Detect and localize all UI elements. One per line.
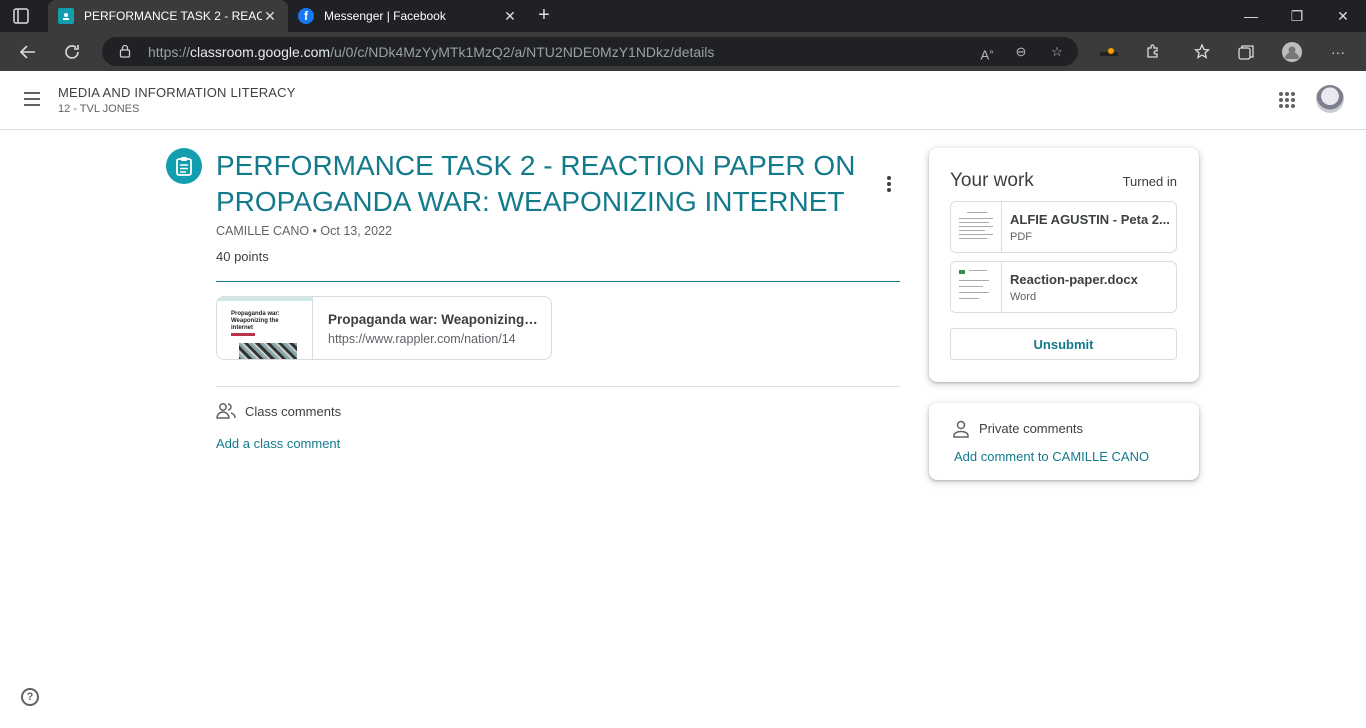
tab-title: PERFORMANCE TASK 2 - REACTIO bbox=[84, 9, 262, 23]
read-aloud-icon[interactable]: A» bbox=[978, 43, 996, 62]
divider bbox=[216, 281, 900, 282]
close-window-button[interactable]: ✕ bbox=[1320, 0, 1366, 32]
private-comments-card: Private comments Add comment to CAMILLE … bbox=[929, 403, 1199, 480]
favorite-star-icon[interactable]: ☆ bbox=[1048, 43, 1066, 61]
reload-button[interactable] bbox=[60, 40, 84, 64]
your-work-card: Your work Turned in ALFIE AGUSTIN - Peta… bbox=[929, 148, 1199, 382]
classroom-header: MEDIA AND INFORMATION LITERACY 12 - TVL … bbox=[0, 71, 1366, 130]
extensions-puzzle-icon[interactable] bbox=[1141, 40, 1165, 64]
classroom-icon bbox=[58, 8, 74, 24]
settings-more-icon[interactable]: ··· bbox=[1326, 40, 1350, 64]
tab-title: Messenger | Facebook bbox=[324, 9, 446, 23]
restore-button[interactable]: ❐ bbox=[1274, 0, 1320, 32]
divider bbox=[216, 386, 900, 387]
minimize-button[interactable]: — bbox=[1228, 0, 1274, 32]
class-comments-label: Class comments bbox=[245, 404, 342, 419]
class-section: 12 - TVL JONES bbox=[58, 103, 140, 115]
pdf-thumbnail bbox=[951, 202, 1002, 252]
private-comments-label: Private comments bbox=[979, 421, 1084, 436]
close-tab-icon[interactable]: ✕ bbox=[262, 8, 278, 25]
address-bar[interactable]: https://classroom.google.com/u/0/c/NDk4M… bbox=[102, 37, 1078, 66]
new-tab-button[interactable]: + bbox=[534, 5, 554, 25]
collections-icon[interactable] bbox=[1234, 40, 1258, 64]
facebook-icon: f bbox=[298, 8, 314, 24]
link-attachment[interactable]: Propaganda war: Weaponizing the internet… bbox=[216, 296, 552, 360]
file-name: Reaction-paper.docx bbox=[1010, 272, 1138, 287]
tab-messenger[interactable]: f Messenger | Facebook ✕ bbox=[288, 0, 528, 32]
zoom-out-icon[interactable]: ⊖ bbox=[1012, 43, 1030, 61]
your-work-title: Your work bbox=[950, 170, 1034, 191]
assignment-title: PERFORMANCE TASK 2 - REACTION PAPER ON P… bbox=[216, 150, 856, 217]
lock-icon[interactable] bbox=[118, 44, 132, 58]
status-badge: Turned in bbox=[1122, 174, 1177, 189]
more-options-icon[interactable] bbox=[880, 174, 898, 194]
reload-icon bbox=[65, 45, 79, 59]
main-menu-icon[interactable] bbox=[24, 92, 40, 106]
file-type: Word bbox=[1010, 291, 1037, 303]
person-icon bbox=[953, 420, 969, 438]
close-tab-icon[interactable]: ✕ bbox=[502, 8, 518, 25]
assignment-icon bbox=[166, 148, 202, 184]
assignment-meta: CAMILLE CANO • Oct 13, 2022 bbox=[216, 224, 392, 238]
unsubmit-button[interactable]: Unsubmit bbox=[950, 328, 1177, 360]
tab-actions-icon[interactable] bbox=[12, 7, 30, 25]
file-type: PDF bbox=[1010, 231, 1032, 243]
attachment-title: Propaganda war: Weaponizing the internet bbox=[328, 312, 538, 327]
attachment-url: https://www.rappler.com/nation/14 bbox=[328, 332, 516, 346]
extension-icon[interactable] bbox=[1097, 40, 1121, 64]
help-icon[interactable]: ? bbox=[21, 688, 39, 706]
add-private-comment-link[interactable]: Add comment to CAMILLE CANO bbox=[954, 449, 1149, 464]
avatar[interactable] bbox=[1316, 85, 1344, 113]
people-icon bbox=[216, 403, 236, 419]
google-apps-icon[interactable] bbox=[1279, 92, 1295, 108]
browser-toolbar: https://classroom.google.com/u/0/c/NDk4M… bbox=[0, 32, 1366, 71]
add-class-comment-link[interactable]: Add a class comment bbox=[216, 436, 340, 451]
class-name[interactable]: MEDIA AND INFORMATION LITERACY bbox=[58, 85, 296, 100]
assignment-points: 40 points bbox=[216, 249, 269, 264]
browser-tab-bar: PERFORMANCE TASK 2 - REACTIO ✕ f Messeng… bbox=[0, 0, 1366, 32]
url-text[interactable]: https://classroom.google.com/u/0/c/NDk4M… bbox=[148, 44, 714, 60]
favorites-icon[interactable] bbox=[1190, 40, 1214, 64]
attachment-thumbnail: Propaganda war: Weaponizing the internet bbox=[217, 297, 313, 359]
doc-thumbnail bbox=[951, 262, 1002, 312]
back-arrow-icon bbox=[19, 45, 35, 59]
tab-classroom[interactable]: PERFORMANCE TASK 2 - REACTIO ✕ bbox=[48, 0, 288, 32]
submitted-file[interactable]: Reaction-paper.docx Word bbox=[950, 261, 1177, 313]
profile-icon[interactable] bbox=[1280, 40, 1304, 64]
submitted-file[interactable]: ALFIE AGUSTIN - Peta 2... PDF bbox=[950, 201, 1177, 253]
file-name: ALFIE AGUSTIN - Peta 2... bbox=[1010, 212, 1170, 227]
back-button[interactable] bbox=[16, 40, 40, 64]
